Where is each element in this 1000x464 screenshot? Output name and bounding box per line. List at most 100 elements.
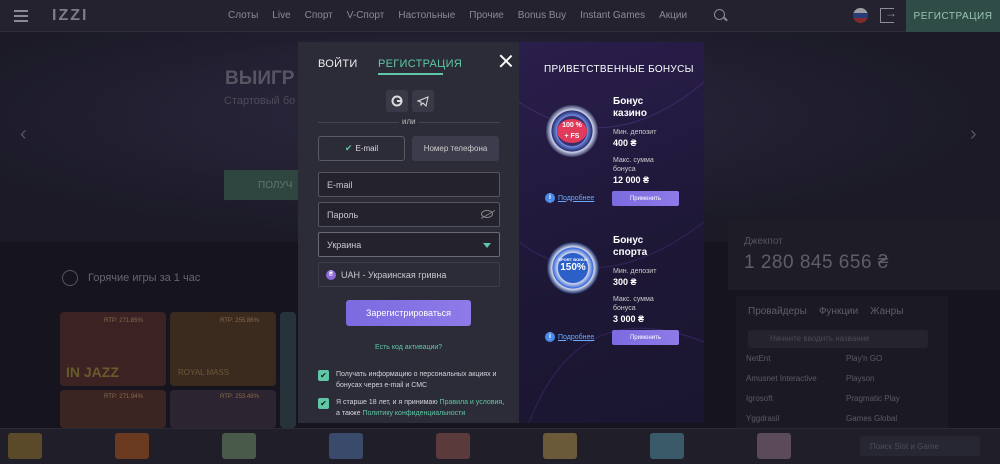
nav-item-bonus-buy[interactable]: Bonus Buy: [518, 10, 566, 21]
tab-register[interactable]: РЕГИСТРАЦИЯ: [378, 58, 462, 70]
sport-bonus-title: Бонус спорта: [613, 235, 647, 259]
win-item[interactable]: [115, 433, 149, 459]
win-item[interactable]: [543, 433, 577, 459]
game-tile[interactable]: [280, 312, 296, 428]
casino-details-link[interactable]: i Подробнее: [545, 193, 594, 203]
currency-select[interactable]: ₴ UAH - Украинская гривна: [318, 262, 500, 287]
game-thumb: [650, 433, 684, 459]
method-email-label: E-mail: [355, 144, 379, 153]
telegram-icon: [417, 96, 429, 107]
sport-min-deposit-value: 300 ₴: [613, 277, 637, 287]
win-item[interactable]: [650, 433, 684, 459]
close-icon[interactable]: [500, 55, 512, 67]
active-tab-underline: [378, 73, 443, 75]
privacy-policy-link[interactable]: Политику конфиденциальности: [362, 410, 465, 417]
nav-item-other[interactable]: Прочие: [469, 10, 503, 21]
recent-wins-bar: Поиск Slot и Game: [0, 428, 1000, 464]
provider-item[interactable]: Igrosoft: [746, 394, 846, 403]
provider-item[interactable]: Play'n GO: [846, 354, 936, 363]
chip-text-2: + FS: [564, 133, 580, 140]
currency-value: UAH - Украинская гривна: [341, 270, 447, 280]
fire-icon: [62, 270, 78, 286]
terms-link[interactable]: Правила и условия: [440, 399, 503, 406]
register-submit-button[interactable]: Зарегистрироваться: [346, 300, 471, 326]
hero-button[interactable]: ПОЛУЧ: [224, 170, 298, 200]
casino-bonus-title-line1: Бонус: [613, 96, 644, 107]
nav-item-vsport[interactable]: V-Спорт: [347, 10, 385, 21]
method-phone-button[interactable]: Номер телефона: [412, 136, 499, 161]
details-label: Подробнее: [558, 194, 595, 202]
consent-terms-checkbox[interactable]: ✔: [318, 398, 329, 409]
win-item[interactable]: [222, 433, 256, 459]
provider-item[interactable]: Playson: [846, 374, 936, 383]
game-tile[interactable]: RTP: 271.94%: [60, 390, 166, 428]
currency-icon: ₴: [326, 270, 336, 280]
rtp-badge: RTP: 271.94%: [104, 394, 143, 400]
nav-item-promotions[interactable]: Акции: [659, 10, 687, 21]
or-label: или: [399, 117, 419, 126]
game-tile[interactable]: RTP: 271.85% IN JAZZ: [60, 312, 166, 386]
jackpot-label: Джекпот: [744, 236, 783, 247]
site-logo[interactable]: IZZI: [52, 7, 88, 25]
win-item[interactable]: [757, 433, 791, 459]
chevron-right-icon[interactable]: ›: [970, 123, 977, 146]
game-thumb: [8, 433, 42, 459]
nav-item-instant-games[interactable]: Instant Games: [580, 10, 645, 21]
consent-terms-label: Я старше 18 лет, и я принимаю Правила и …: [336, 397, 506, 419]
sport-min-deposit-label: Мин. депозит: [613, 268, 657, 275]
sport-details-link[interactable]: i Подробнее: [545, 332, 594, 342]
google-login-button[interactable]: [386, 90, 408, 112]
providers-list: NetEnt Play'n GO Amusnet Interactive Pla…: [746, 354, 936, 423]
provider-item[interactable]: Yggdrasil: [746, 414, 846, 423]
promo-code-link[interactable]: Есть код активации?: [375, 344, 442, 351]
telegram-login-button[interactable]: [412, 90, 434, 112]
login-icon[interactable]: [880, 6, 897, 23]
provider-item[interactable]: NetEnt: [746, 354, 846, 363]
game-name: IN JAZZ: [66, 364, 119, 380]
nav-item-sport[interactable]: Спорт: [305, 10, 333, 21]
header-register-button[interactable]: РЕГИСТРАЦИЯ: [906, 0, 1000, 32]
win-item[interactable]: [8, 433, 42, 459]
menu-icon[interactable]: [14, 10, 28, 22]
nav-item-slots[interactable]: Слоты: [228, 10, 258, 21]
nav-item-table[interactable]: Настольные: [398, 10, 455, 21]
game-thumb: [543, 433, 577, 459]
nav-item-live[interactable]: Live: [272, 10, 290, 21]
tab-login[interactable]: ВОЙТИ: [318, 58, 358, 70]
eye-off-icon[interactable]: [481, 210, 493, 218]
email-field[interactable]: E-mail: [318, 172, 500, 197]
top-navbar: IZZI Слоты Live Спорт V-Спорт Настольные…: [0, 0, 1000, 32]
method-email-button[interactable]: ✔ E-mail: [318, 136, 405, 161]
bottom-search-input[interactable]: Поиск Slot и Game: [860, 436, 980, 456]
chevron-left-icon[interactable]: ‹: [20, 123, 27, 146]
casino-bonus-chip-icon: 100 % + FS: [546, 105, 598, 157]
sport-max-sum-value: 3 000 ₴: [613, 314, 645, 324]
provider-item[interactable]: Pragmatic Play: [846, 394, 936, 403]
tab-genres[interactable]: Жанры: [870, 306, 903, 317]
win-item[interactable]: [436, 433, 470, 459]
search-icon[interactable]: [714, 9, 725, 20]
providers-search-input[interactable]: Начните вводить название: [748, 330, 928, 348]
provider-item[interactable]: Games Global: [846, 414, 936, 423]
game-tile[interactable]: RTP: 253.48%: [170, 390, 276, 428]
chip-text-2: 150%: [560, 262, 586, 273]
tab-providers[interactable]: Провайдеры: [748, 306, 807, 317]
sport-bonus-title-line2: спорта: [613, 247, 648, 258]
providers-tabs: Провайдеры Функции Жанры: [748, 306, 903, 317]
rtp-badge: RTP: 271.85%: [104, 318, 143, 324]
win-item[interactable]: [329, 433, 363, 459]
casino-apply-button[interactable]: Применить: [612, 191, 679, 206]
sport-apply-button[interactable]: Применить: [612, 330, 679, 345]
tab-features[interactable]: Функции: [819, 306, 858, 317]
consent-marketing-checkbox[interactable]: ✔: [318, 370, 329, 381]
password-placeholder: Пароль: [327, 210, 359, 220]
info-icon: i: [545, 193, 555, 203]
provider-item[interactable]: Amusnet Interactive: [746, 374, 846, 383]
language-flag-icon[interactable]: [853, 8, 868, 23]
page: IZZI Слоты Live Спорт V-Спорт Настольные…: [0, 0, 1000, 464]
country-select[interactable]: Украина: [318, 232, 500, 257]
game-tile[interactable]: RTP: 255.86% ROYAL MASS: [170, 312, 276, 386]
sport-max-sum-label-1: Макс. сумма: [613, 296, 654, 303]
password-field[interactable]: Пароль: [318, 202, 500, 227]
sport-max-sum-label-2: бонуса: [613, 305, 636, 312]
